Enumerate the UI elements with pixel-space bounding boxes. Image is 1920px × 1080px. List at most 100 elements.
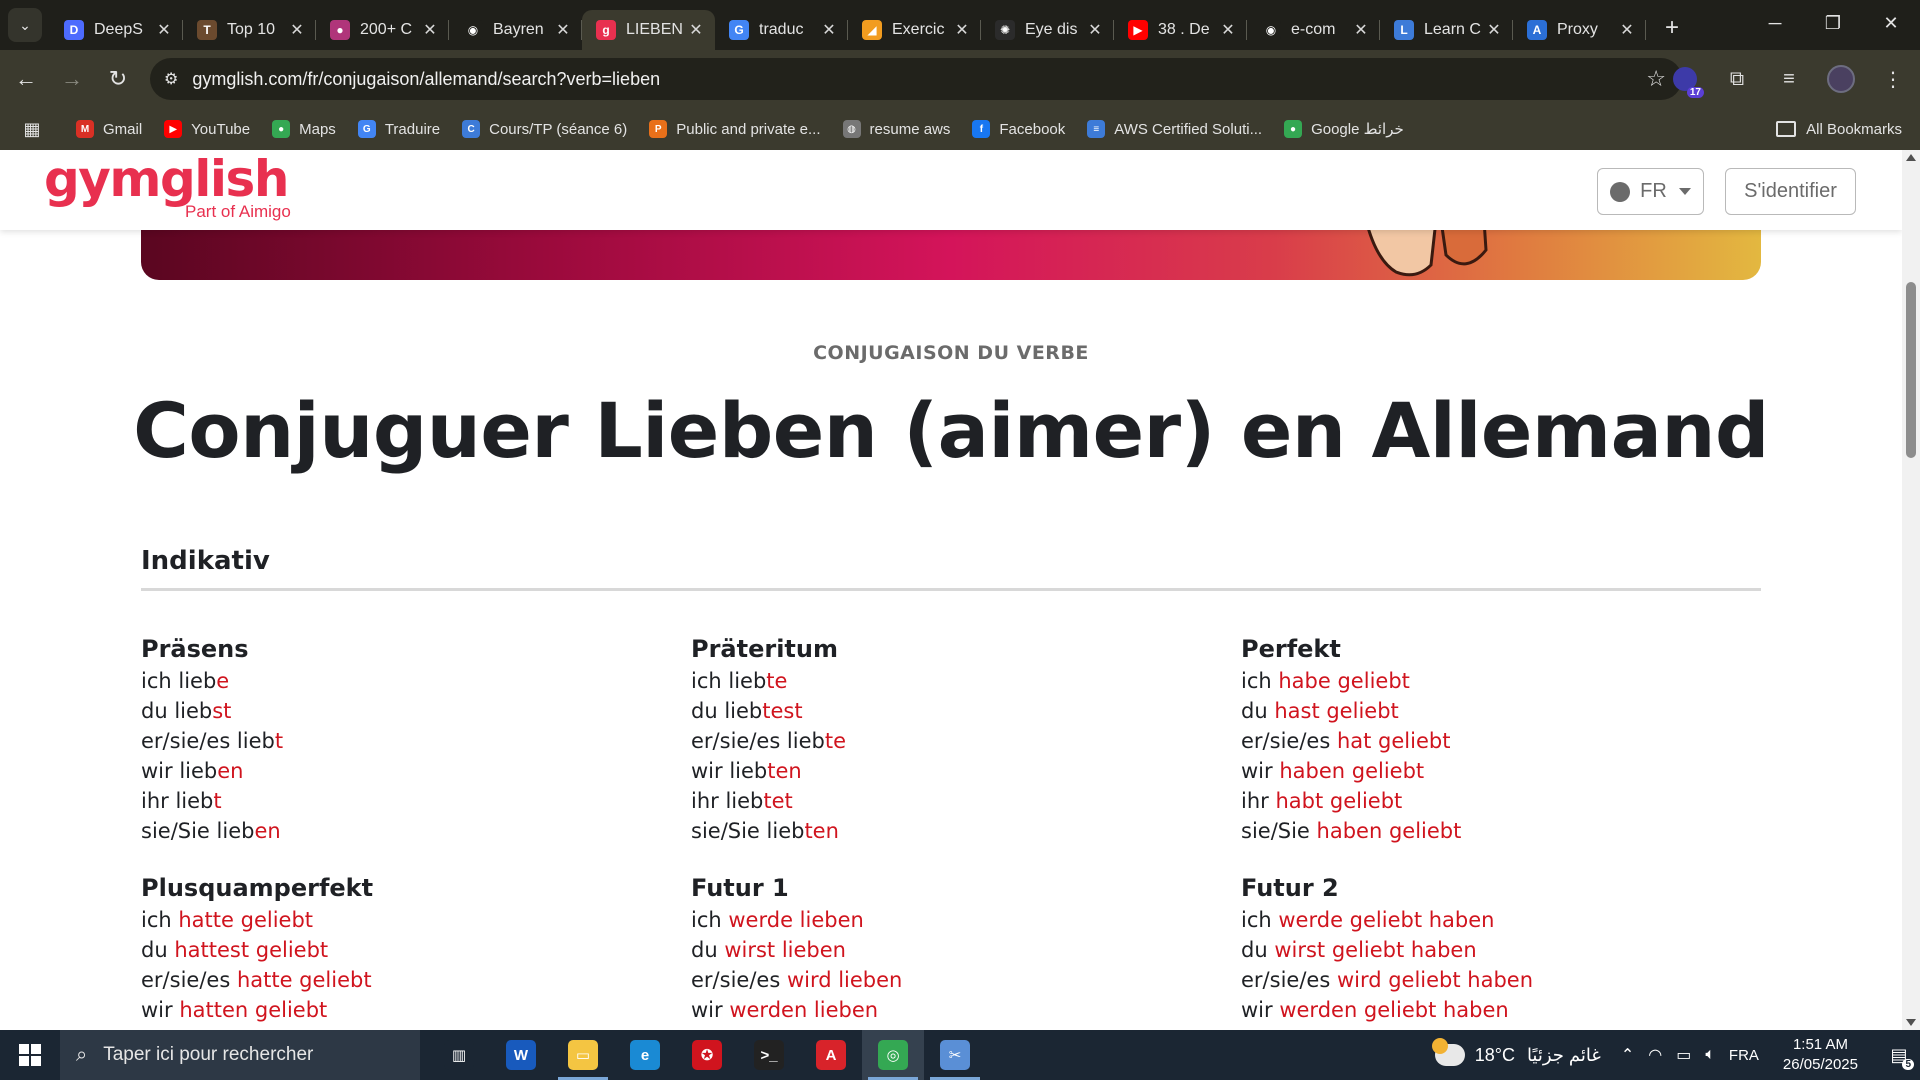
tab[interactable]: Gtraduc ✕ <box>715 10 848 50</box>
taskbar-search[interactable]: ⌕ Taper ici pour rechercher <box>60 1030 420 1080</box>
start-button[interactable] <box>0 1030 60 1080</box>
bookmark-item[interactable]: ▶ YouTube <box>164 120 250 138</box>
logo-subtitle: Part of Aimigo <box>185 202 291 221</box>
conjugation-line: du hast geliebt <box>1241 696 1761 726</box>
scrollbar-thumb[interactable] <box>1906 282 1916 458</box>
url-text[interactable]: gymglish.com/fr/conjugaison/allemand/sea… <box>192 69 660 90</box>
close-icon[interactable]: ✕ <box>820 20 838 40</box>
bookmark-item[interactable]: ≡ AWS Certified Soluti... <box>1087 120 1262 138</box>
reload-button[interactable]: ↻ <box>98 59 138 99</box>
tab[interactable]: ▶ 38 . De ✕ <box>1114 10 1247 50</box>
site-info-icon[interactable]: ⚙ <box>164 69 178 89</box>
tab[interactable]: A Proxy ✕ <box>1513 10 1646 50</box>
login-button[interactable]: S'identifier <box>1725 168 1856 215</box>
profile-button[interactable] <box>1820 58 1862 100</box>
close-icon[interactable]: ✕ <box>1485 20 1503 40</box>
weather-temp: 18°C <box>1474 1044 1515 1065</box>
section-eyebrow: CONJUGAISON DU VERBE <box>813 342 1089 364</box>
tab[interactable]: ◉ Bayren ✕ <box>449 10 582 50</box>
bookmark-item[interactable]: ● Maps <box>272 120 336 138</box>
taskbar-app[interactable]: ✂ <box>924 1030 986 1080</box>
puzzle-icon: ⧉ <box>1729 67 1745 90</box>
close-icon[interactable]: ✕ <box>155 20 173 40</box>
address-bar[interactable]: ⚙ gymglish.com/fr/conjugaison/allemand/s… <box>150 58 1682 100</box>
bookmark-item[interactable]: ● Google خرائط <box>1284 120 1404 138</box>
tense-name: Perfekt <box>1241 635 1341 663</box>
taskbar-app[interactable]: ▥ <box>428 1030 490 1080</box>
taskbar-app[interactable]: ▭ <box>552 1030 614 1080</box>
tab[interactable]: L Learn C ✕ <box>1380 10 1513 50</box>
bookmark-item[interactable]: ◍ resume aws <box>842 120 950 138</box>
bookmark-label: YouTube <box>191 120 251 138</box>
bookmark-item[interactable]: C Cours/TP (séance 6) <box>462 120 627 138</box>
conjugation-stem: wir lieb <box>141 759 218 783</box>
forward-button[interactable]: → <box>52 59 92 99</box>
close-icon[interactable]: ✕ <box>1219 20 1237 40</box>
minimize-button[interactable]: ─ <box>1746 0 1804 46</box>
playlist-icon: ≡ <box>1783 67 1795 90</box>
scroll-up-icon[interactable] <box>1906 154 1916 161</box>
taskbar-app[interactable]: ◎ <box>862 1030 924 1080</box>
tab[interactable]: ◢ Exercic ✕ <box>848 10 981 50</box>
system-tray: 18°C غائم جزئيًا ⌃ ◠ ▭ 🔈︎ FRA 1:51 AM 26… <box>1431 1030 1920 1080</box>
page-scrollbar[interactable] <box>1902 150 1920 1030</box>
gymglish-logo[interactable]: gymglish Part of Aimigo <box>44 152 291 222</box>
close-window-button[interactable]: ✕ <box>1862 0 1920 46</box>
scroll-down-icon[interactable] <box>1906 1019 1916 1026</box>
wifi-icon[interactable]: ◠ <box>1648 1045 1662 1065</box>
weather-widget[interactable]: 18°C غائم جزئيًا <box>1431 1038 1601 1066</box>
conjugation-stem: er/sie/es lieb <box>141 729 275 753</box>
close-icon[interactable]: ✕ <box>687 20 705 40</box>
close-icon[interactable]: ✕ <box>554 20 572 40</box>
input-language[interactable]: FRA <box>1729 1047 1759 1064</box>
caret-down-icon <box>1678 188 1691 195</box>
apps-grid-icon[interactable]: ▦ <box>22 119 42 139</box>
tab[interactable]: ● 200+ C ✕ <box>316 10 449 50</box>
volume-icon[interactable]: 🔈︎ <box>1705 1046 1715 1064</box>
close-icon[interactable]: ✕ <box>421 20 439 40</box>
site-header: gymglish Part of Aimigo FR S'identifier <box>0 150 1902 230</box>
bookmark-item[interactable]: P Public and private e... <box>649 120 821 138</box>
battery-icon[interactable]: ▭ <box>1676 1045 1691 1065</box>
conjugation-stem: du <box>1241 938 1275 962</box>
media-control-button[interactable]: ≡ <box>1768 58 1810 100</box>
menu-button[interactable]: ⋮ <box>1872 58 1914 100</box>
extension-button[interactable]: 17 <box>1664 58 1706 100</box>
taskbar-app[interactable]: e <box>614 1030 676 1080</box>
close-icon[interactable]: ✕ <box>1352 20 1370 40</box>
extensions-button[interactable]: ⧉ <box>1716 58 1758 100</box>
close-icon[interactable]: ✕ <box>1086 20 1104 40</box>
tab-search-button[interactable]: ⌄ <box>8 8 42 42</box>
taskbar-app[interactable]: >_ <box>738 1030 800 1080</box>
conjugation-ending: ten <box>767 759 802 783</box>
tab[interactable]: D DeepS ✕ <box>50 10 183 50</box>
bookmark-item[interactable]: M Gmail <box>76 120 142 138</box>
restore-button[interactable]: ❐ <box>1804 0 1862 46</box>
bookmark-item[interactable]: f Facebook <box>972 120 1065 138</box>
conjugation-line: wir werden geliebt haben <box>1241 995 1761 1025</box>
bookmark-item[interactable]: G Traduire <box>357 120 440 138</box>
taskbar-app[interactable]: ✪ <box>676 1030 738 1080</box>
close-icon[interactable]: ✕ <box>288 20 306 40</box>
close-icon[interactable]: ✕ <box>953 20 971 40</box>
bookmark-label: Gmail <box>103 120 143 138</box>
notification-center-button[interactable]: ▤ 5 <box>1878 1030 1920 1080</box>
taskbar-app[interactable]: W <box>490 1030 552 1080</box>
conjugation-stem: er/sie/es <box>691 968 787 992</box>
tab[interactable]: ✺ Eye dis ✕ <box>981 10 1114 50</box>
tab[interactable]: T Top 10 ✕ <box>183 10 316 50</box>
taskbar-app[interactable]: A <box>800 1030 862 1080</box>
language-selector[interactable]: FR <box>1597 168 1704 215</box>
tab[interactable]: g LIEBEN ✕ <box>582 10 715 50</box>
chevron-up-icon[interactable]: ⌃ <box>1621 1045 1634 1065</box>
new-tab-button[interactable]: + <box>1654 10 1690 46</box>
conjugation-line: du wirst lieben <box>691 935 1211 965</box>
close-icon[interactable]: ✕ <box>1618 20 1636 40</box>
tab[interactable]: ◉ e-com ✕ <box>1247 10 1380 50</box>
conjugation-line: sie/Sie haben geliebt <box>1241 816 1761 846</box>
conjugation-ending: test <box>762 699 803 723</box>
all-bookmarks-button[interactable]: All Bookmarks <box>1776 108 1902 150</box>
gymglish-icon: g <box>596 20 616 40</box>
clock[interactable]: 1:51 AM 26/05/2025 <box>1783 1035 1858 1075</box>
back-button[interactable]: ← <box>6 59 46 99</box>
